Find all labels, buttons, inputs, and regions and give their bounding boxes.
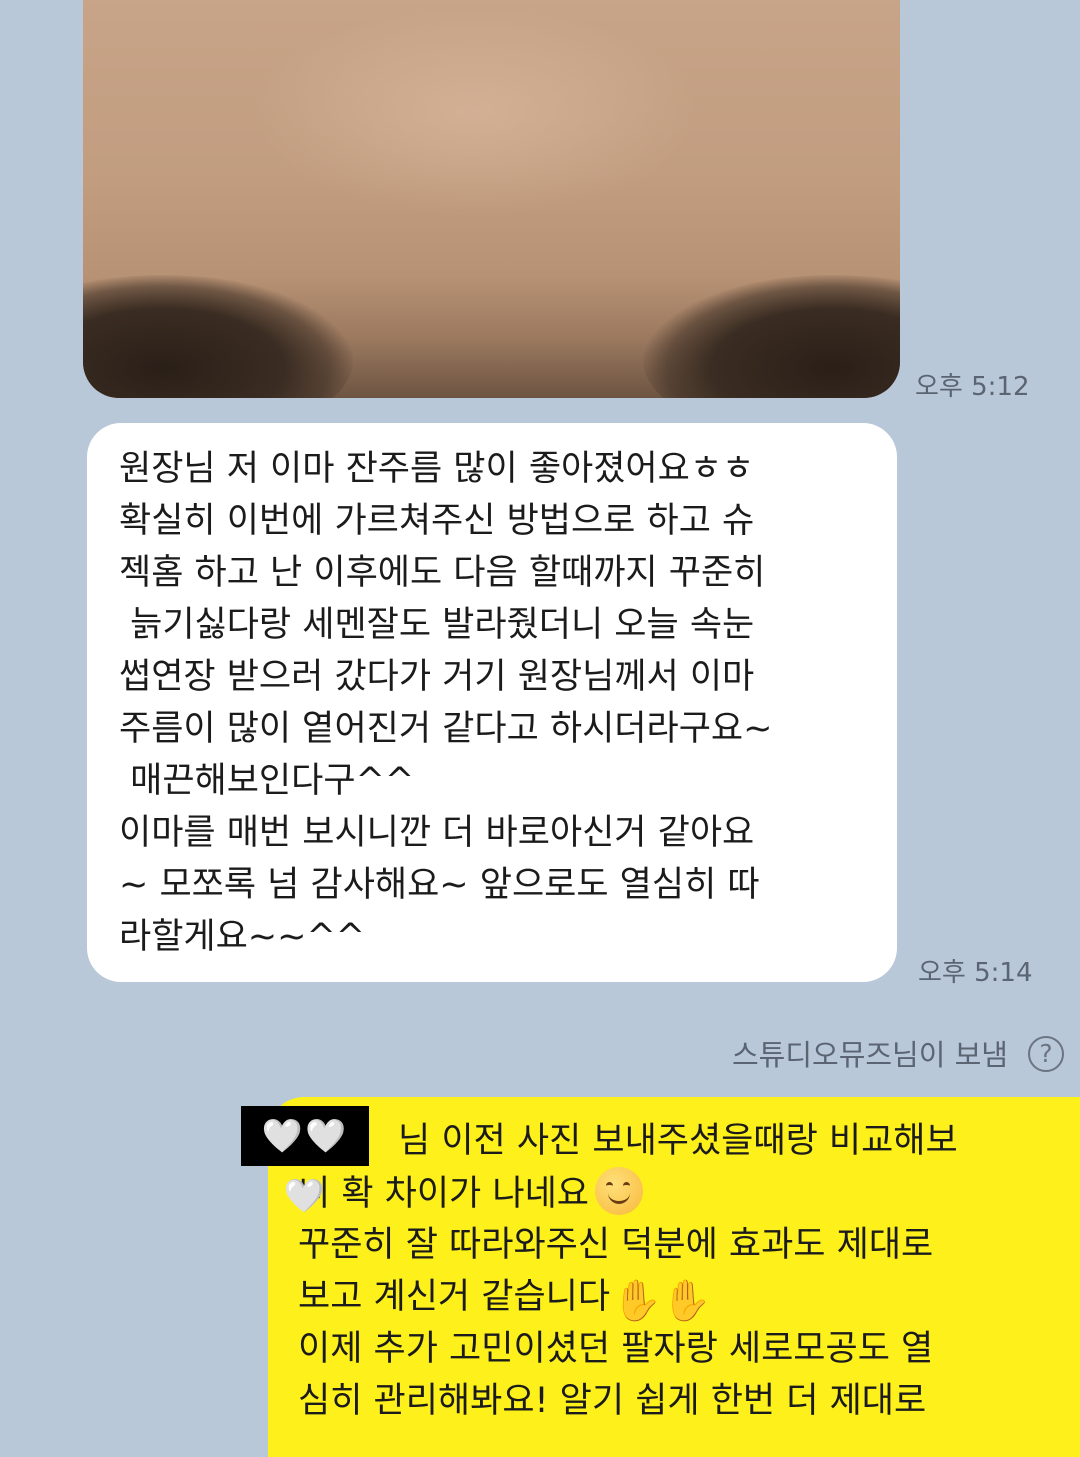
- message-line: 니 확 차이가 나네요: [298, 1167, 1060, 1219]
- message-line-text: 보고 계신거 같습니다: [298, 1277, 611, 1317]
- message-line: 매끈해보인다구^^: [119, 761, 415, 801]
- smiling-face-icon: [594, 1167, 643, 1215]
- message-line: 늙기싫다랑 세멘잘도 발라줬더니 오늘 속눈: [119, 605, 755, 645]
- sender-note: 스튜디오뮤즈님이 보냄: [731, 1038, 1008, 1072]
- message-line: 이제 추가 고민이셨던 팔자랑 세로모공도 열: [298, 1329, 934, 1369]
- incoming-message-bubble[interactable]: 원장님 저 이마 잔주름 많이 좋아졌어요ㅎㅎ 확실히 이번에 가르쳐주신 방법으…: [87, 423, 897, 982]
- message-line: 꾸준히 잘 따라와주신 덕분에 효과도 제대로: [298, 1225, 934, 1265]
- message-line: 님 이전 사진 보내주셨을때랑 비교해보: [398, 1121, 958, 1161]
- incoming-timestamp: 오후 5:14: [918, 958, 1033, 988]
- message-line: 썹연장 받으러 갔다가 거기 원장님께서 이마: [119, 657, 755, 697]
- message-line: 젝홈 하고 난 이후에도 다음 할때까지 꾸준히: [119, 553, 766, 593]
- outgoing-message-bubble[interactable]: 님 이전 사진 보내주셨을때랑 비교해보니 확 차이가 나네요꾸준히 잘 따라와…: [268, 1097, 1080, 1457]
- forehead-photo-message[interactable]: [83, 0, 900, 398]
- message-line: ~ 모쪼록 넘 감사해요~ 앞으로도 열심히 따: [119, 865, 760, 905]
- incoming-message-text: 원장님 저 이마 잔주름 많이 좋아졌어요ㅎㅎ 확실히 이번에 가르쳐주신 방법으…: [119, 443, 867, 963]
- message-line: 심히 관리해봐요! 알기 쉽게 한번 더 제대로: [298, 1381, 927, 1421]
- masked-name-label: 🤍🤍🤍: [241, 1106, 369, 1215]
- message-line: 확실히 이번에 가르쳐주신 방법으로 하고 슈: [119, 501, 755, 541]
- message-line: 라할게요~~^^: [119, 917, 366, 957]
- chat-screen: 오후 5:12 원장님 저 이마 잔주름 많이 좋아졌어요ㅎㅎ 확실히 이번에 가…: [0, 0, 1080, 1457]
- raising-hands-icon: ✋✋: [612, 1278, 712, 1324]
- message-line: 원장님 저 이마 잔주름 많이 좋아졌어요ㅎㅎ: [119, 449, 755, 489]
- eyebrow-right: [643, 275, 900, 398]
- message-line: 주름이 많이 옅어진거 같다고 하시더라구요~: [119, 709, 773, 749]
- message-line-text: 니 확 차이가 나네요: [298, 1174, 589, 1214]
- help-icon[interactable]: ?: [1028, 1036, 1064, 1072]
- message-line: 보고 계신거 같습니다✋✋: [298, 1271, 1060, 1324]
- message-line: 이마를 매번 보시니깐 더 바로아신거 같아요: [119, 813, 755, 853]
- outgoing-message-text: 님 이전 사진 보내주셨을때랑 비교해보니 확 차이가 나네요꾸준히 잘 따라와…: [298, 1115, 1060, 1427]
- eyebrow-left: [83, 275, 353, 398]
- photo-timestamp: 오후 5:12: [915, 372, 1030, 402]
